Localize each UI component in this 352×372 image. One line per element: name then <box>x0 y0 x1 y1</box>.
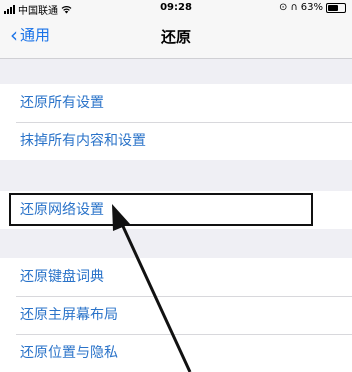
annotation-arrow <box>112 204 192 372</box>
